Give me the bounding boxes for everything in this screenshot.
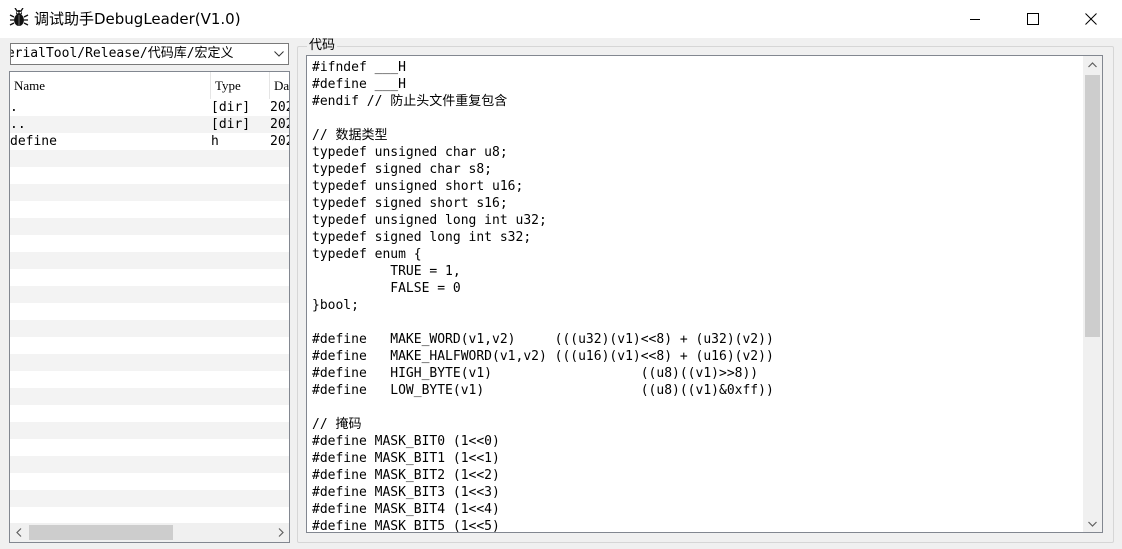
code-line: #define MASK_BIT2 (1<<2) [312,468,500,483]
code-line: typedef unsigned long int u32; [312,213,547,228]
code-line: #define HIGH_BYTE(v1) ((u8)((v1)>>8)) [312,366,759,381]
empty-list-row [10,201,289,218]
code-line: #define MASK_BIT5 (1<<5) [312,519,500,533]
code-line: #define MAKE_WORD(v1,v2) (((u32)(v1)<<8)… [312,332,774,347]
maximize-button[interactable] [1004,0,1062,38]
empty-list-row [10,507,289,523]
empty-list-row [10,303,289,320]
title-bar[interactable]: 调试助手DebugLeader(V1.0) [0,0,1122,38]
code-line: FALSE = 0 [312,281,461,296]
code-line: #define ___H [312,77,406,92]
file-type: h [211,134,219,149]
empty-list-row [10,354,289,371]
code-line: // 掩码 [312,417,362,432]
code-line: #define MASK_BIT4 (1<<4) [312,502,500,517]
horizontal-scrollbar[interactable] [10,523,289,542]
code-groupbox-label: 代码 [307,38,338,54]
code-content: #ifndef ___H #define ___H #endif // 防止头文件重… [312,59,1082,533]
empty-list-row [10,167,289,184]
code-line: // 数据类型 [312,128,388,143]
scroll-up-button[interactable] [1083,56,1102,73]
list-item[interactable]: . [dir] 202 [10,99,289,116]
empty-list-row [10,388,289,405]
minimize-icon [970,19,980,20]
code-line: typedef unsigned short u16; [312,179,524,194]
empty-list-row [10,252,289,269]
scroll-right-button[interactable] [272,523,289,542]
list-item[interactable]: define h 202 [10,133,289,150]
chevron-down-icon [274,51,284,57]
code-line: }bool; [312,298,359,313]
file-list[interactable]: Name Type Da . [dir] 202 .. [dir] 202 de… [9,71,290,543]
scroll-left-button[interactable] [10,523,27,542]
list-item[interactable]: .. [dir] 202 [10,116,289,133]
column-header-date[interactable]: Da [270,72,289,99]
client-area: SerialTool/Release/代码库/宏定义 Name Type Da … [0,38,1122,549]
column-header-type[interactable]: Type [211,72,269,99]
code-line: #define MASK_BIT0 (1<<0) [312,434,500,449]
chevron-right-icon [278,528,284,537]
code-line: TRUE = 1, [312,264,461,279]
path-combobox-value: SerialTool/Release/代码库/宏定义 [10,46,234,61]
file-name: . [10,100,18,115]
code-line: typedef signed char s8; [312,162,493,177]
chevron-down-icon [1088,521,1097,527]
code-line: #define LOW_BYTE(v1) ((u8)((v1)&0xff)) [312,383,774,398]
window-title: 调试助手DebugLeader(V1.0) [34,10,241,28]
code-line: typedef unsigned char u8; [312,145,508,160]
column-header-name[interactable]: Name [10,72,210,99]
file-type: [dir] [211,100,251,115]
file-type: [dir] [211,117,251,132]
horizontal-scroll-thumb[interactable] [29,525,173,540]
empty-list-row [10,235,289,252]
scroll-down-button[interactable] [1083,515,1102,532]
file-list-body: . [dir] 202 .. [dir] 202 define h 202 [10,99,289,523]
chevron-up-icon [1088,61,1097,67]
code-line: #ifndef ___H [312,60,406,75]
file-list-header: Name Type Da [10,72,289,99]
empty-list-row [10,150,289,167]
code-line: #endif // 防止头文件重复包含 [312,94,508,109]
bug-icon [9,8,29,26]
code-line: #define MAKE_HALFWORD(v1,v2) (((u16)(v1)… [312,349,774,364]
chevron-left-icon [15,528,21,537]
close-icon [1085,13,1097,25]
empty-list-row [10,439,289,456]
empty-list-row [10,269,289,286]
path-combobox[interactable]: SerialTool/Release/代码库/宏定义 [10,43,289,65]
combobox-dropdown-button[interactable] [270,44,288,64]
empty-list-row [10,456,289,473]
code-line: #define MASK_BIT1 (1<<1) [312,451,500,466]
empty-list-row [10,218,289,235]
code-line: typedef enum { [312,247,422,262]
vertical-scrollbar[interactable] [1083,56,1102,532]
code-line: typedef signed short s16; [312,196,508,211]
file-name: define [10,134,57,149]
empty-list-row [10,320,289,337]
file-date: 202 [270,117,289,132]
empty-list-row [10,405,289,422]
empty-list-row [10,490,289,507]
file-date: 202 [270,100,289,115]
minimize-button[interactable] [946,0,1004,38]
code-line: typedef signed long int s32; [312,230,532,245]
empty-list-row [10,422,289,439]
code-textarea[interactable]: #ifndef ___H #define ___H #endif // 防止头文件重… [306,55,1103,533]
maximize-icon [1027,13,1039,25]
file-name: .. [10,117,26,132]
vertical-scroll-thumb[interactable] [1085,75,1100,337]
empty-rows [10,150,289,523]
code-line: #define MASK_BIT3 (1<<3) [312,485,500,500]
empty-list-row [10,473,289,490]
empty-list-row [10,371,289,388]
file-date: 202 [270,134,289,149]
empty-list-row [10,286,289,303]
empty-list-row [10,184,289,201]
close-button[interactable] [1062,0,1120,38]
empty-list-row [10,337,289,354]
